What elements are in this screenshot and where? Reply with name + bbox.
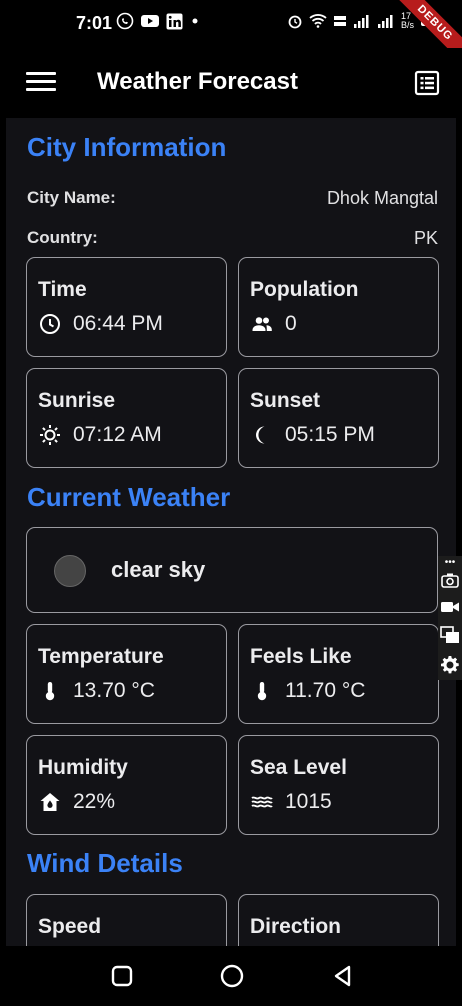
card-value: 22% (73, 790, 116, 813)
linkedin-icon (166, 13, 183, 30)
sunrise-card: Sunrise 07:12 AM (26, 368, 227, 468)
recent-apps-button[interactable] (110, 964, 134, 988)
status-bar: 7:01 17 B/s DEBUG (0, 0, 462, 69)
humidity-home-icon (39, 791, 61, 813)
country-label: Country: (27, 228, 98, 247)
current-weather-heading: Current Weather (27, 482, 231, 512)
city-name-label: City Name: (27, 188, 116, 207)
card-title: Time (38, 278, 87, 301)
wind-direction-card: Direction (238, 894, 439, 946)
settings-gear-icon[interactable] (440, 655, 460, 680)
signal-icon (353, 14, 371, 28)
card-value: 13.70 °C (73, 679, 155, 702)
card-value: 07:12 AM (73, 423, 162, 446)
video-record-icon[interactable] (440, 599, 460, 620)
card-value: 05:15 PM (285, 423, 375, 446)
list-icon[interactable] (414, 70, 440, 96)
moon-icon (251, 424, 273, 446)
weather-condition-card: clear sky (26, 527, 438, 613)
system-navigation-bar (0, 946, 462, 1006)
sunset-card: Sunset 05:15 PM (238, 368, 439, 468)
signal-icon-2 (377, 14, 395, 28)
card-title: Direction (250, 915, 342, 938)
city-name-value: Dhok Mangtal (326, 188, 438, 208)
thermometer-icon (39, 680, 61, 702)
country-value: PK (413, 228, 438, 248)
status-time: 7:01 (76, 13, 113, 33)
camera-icon[interactable] (441, 572, 459, 593)
temperature-card: Temperature 13.70 °C (26, 624, 227, 724)
card-title: Humidity (38, 756, 128, 779)
clock-icon (39, 313, 61, 335)
card-value: 1015 (285, 790, 332, 813)
home-button[interactable] (219, 964, 244, 988)
card-value: 06:44 PM (73, 312, 163, 335)
volte-icon (333, 13, 347, 29)
people-icon (251, 313, 273, 335)
weather-icon (54, 555, 86, 587)
floating-toolbar[interactable]: ••• (438, 556, 462, 680)
thermometer-icon (251, 680, 273, 702)
card-value: 0 (285, 312, 297, 335)
back-button[interactable] (331, 964, 355, 988)
app-title: Weather Forecast (97, 68, 298, 95)
humidity-card: Humidity 22% (26, 735, 227, 835)
time-card: Time 06:44 PM (26, 257, 227, 357)
card-title: Sunrise (38, 389, 116, 412)
more-dots-icon[interactable]: ••• (445, 558, 456, 568)
wifi-icon (309, 13, 327, 29)
network-speed: 17 B/s (400, 11, 414, 30)
card-value: 11.70 °C (285, 679, 366, 702)
content-scroll-area[interactable]: City Information City Name: Dhok Mangtal… (6, 118, 456, 946)
sea-level-card: Sea Level 1015 (238, 735, 439, 835)
population-card: Population 0 (238, 257, 439, 357)
city-information-heading: City Information (27, 132, 227, 162)
app-bar: Weather Forecast (0, 48, 462, 118)
wind-details-heading: Wind Details (27, 848, 183, 878)
card-title: Sea Level (250, 756, 347, 779)
card-title: Temperature (38, 645, 164, 668)
alarm-icon (287, 13, 303, 29)
whatsapp-icon (116, 12, 134, 30)
card-title: Sunset (250, 389, 321, 412)
card-title: Feels Like (250, 645, 352, 668)
overlay-windows-icon[interactable] (440, 626, 460, 649)
menu-icon[interactable] (26, 72, 56, 94)
sun-icon (39, 424, 61, 446)
feels-like-card: Feels Like 11.70 °C (238, 624, 439, 724)
weather-description: clear sky (111, 557, 206, 582)
card-title: Speed (38, 915, 102, 938)
dot-icon (189, 15, 201, 27)
youtube-icon (140, 13, 160, 29)
notification-icons (116, 12, 201, 30)
wind-speed-card: Speed (26, 894, 227, 946)
card-title: Population (250, 278, 359, 301)
waves-icon (251, 791, 273, 813)
